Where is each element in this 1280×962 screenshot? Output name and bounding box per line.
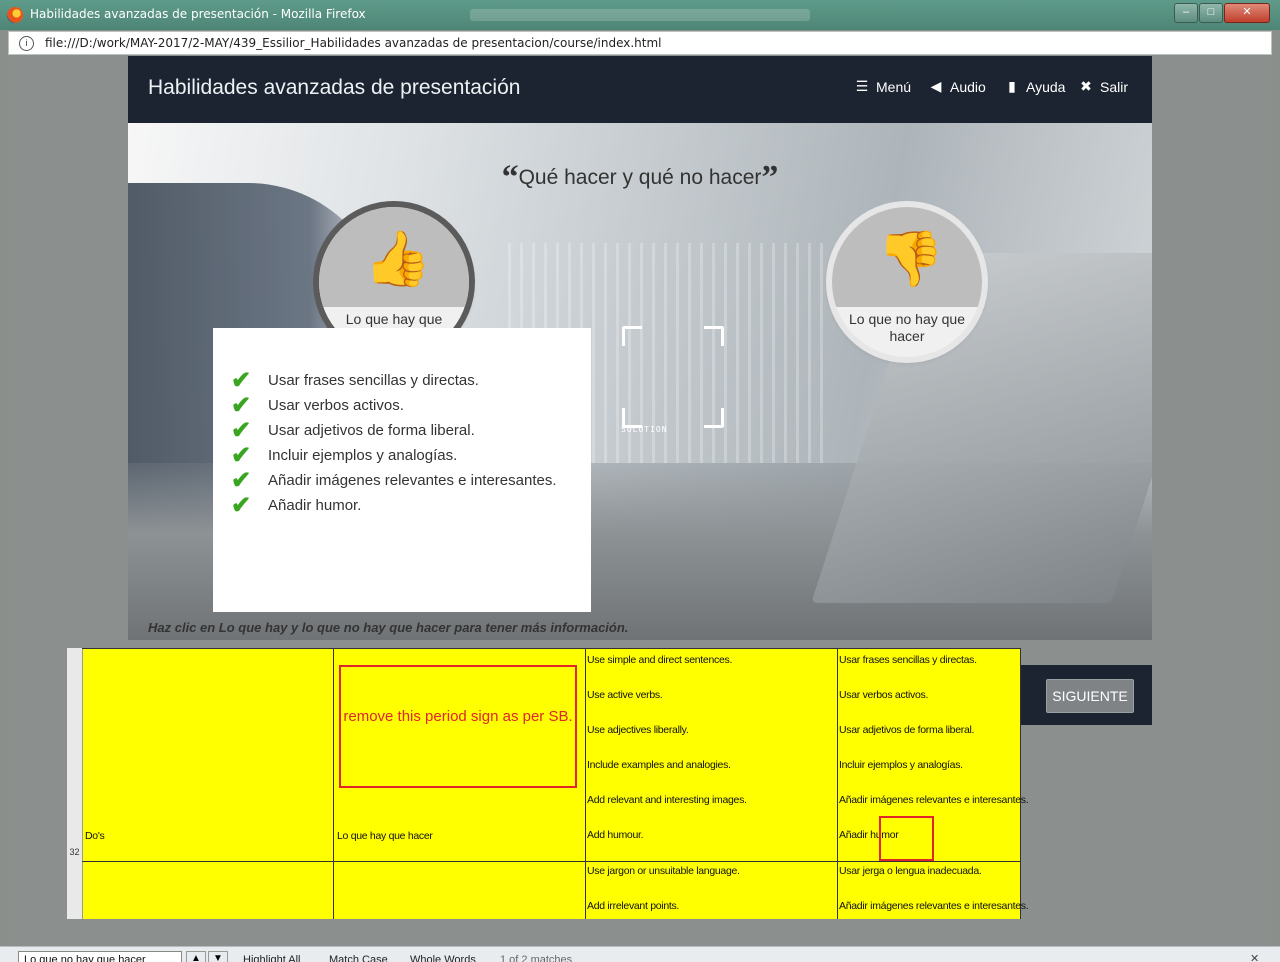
url-bar[interactable]: i file:///D:/work/MAY-2017/2-MAY/439_Ess… <box>8 31 1272 55</box>
checkmark-icon: ✔ <box>231 466 252 494</box>
close-window-button[interactable]: ✕ <box>1224 3 1270 23</box>
speaker-icon: ◀ <box>930 78 942 94</box>
do-list-item: ✔ Usar adjetivos de forma liberal. <box>231 418 557 443</box>
do-list-item-text: Añadir imágenes relevantes e interesante… <box>268 472 557 489</box>
checkmark-icon: ✔ <box>231 366 252 394</box>
nav-help-button[interactable]: ▮ Ayuda <box>1004 78 1065 95</box>
review-comment-text: remove this period sign as per SB. <box>343 708 573 725</box>
cell-spanish: Usar verbos activos. <box>839 689 929 701</box>
cell-english: Use jargon or unsuitable language. <box>587 865 740 877</box>
slide-heading: “Qué hacer y qué no hacer” <box>128 159 1152 197</box>
url-text[interactable]: file:///D:/work/MAY-2017/2-MAY/439_Essil… <box>45 36 662 50</box>
cell-spanish: Usar frases sencillas y directas. <box>839 654 977 666</box>
window-titlebar: Habilidades avanzadas de presentación - … <box>0 0 1280 30</box>
maximize-button[interactable]: □ <box>1199 3 1223 23</box>
row-number: 32 <box>69 847 80 857</box>
cell-spanish: Añadir imágenes relevantes e interesante… <box>839 900 1029 912</box>
nav-menu-label: Menú <box>876 78 912 95</box>
do-list-item: ✔ Usar verbos activos. <box>231 393 557 418</box>
close-quote-icon: ” <box>761 159 779 196</box>
do-list-item: ✔ Añadir humor. <box>231 493 557 518</box>
column-divider <box>1020 648 1021 919</box>
slide-heading-text: Qué hacer y qué no hacer <box>518 166 762 189</box>
do-list-item-text: Usar verbos activos. <box>268 397 404 414</box>
solution-label: SOLUTION <box>621 425 668 434</box>
find-input[interactable]: Lo que no hay que hacer <box>18 951 182 962</box>
instruction-text: Haz clic en Lo que hay y lo que no hay q… <box>148 620 629 635</box>
do-list-item: ✔ Usar frases sencillas y directas. <box>231 368 557 393</box>
column-divider <box>837 648 838 919</box>
find-bar: Lo que no hay que hacer ▲ ▼ Highlight Al… <box>0 946 1280 962</box>
cell-english: Include examples and analogies. <box>587 759 731 771</box>
cell-spanish: Usar jerga o lengua inadecuada. <box>839 865 982 877</box>
do-list-item-text: Añadir humor. <box>268 497 362 514</box>
find-previous-button[interactable]: ▲ <box>186 951 206 962</box>
course-title: Habilidades avanzadas de presentación <box>148 76 521 99</box>
dont-button-label: Lo que no hay que hacer <box>849 311 965 344</box>
course-header: Habilidades avanzadas de presentación ☰ … <box>128 56 1152 123</box>
cell-english: Use adjectives liberally. <box>587 724 689 736</box>
thumbs-up-icon: 👍 <box>364 229 432 289</box>
cell-spanish: Añadir imágenes relevantes e interesante… <box>839 794 1029 806</box>
column-divider <box>333 648 334 919</box>
cell-english: Add irrelevant points. <box>587 900 680 912</box>
cell-spanish: Incluir ejemplos y analogías. <box>839 759 963 771</box>
do-list-item-text: Usar frases sencillas y directas. <box>268 372 479 389</box>
open-quote-icon: “ <box>501 159 519 196</box>
minimize-button[interactable]: – <box>1174 3 1198 23</box>
cell-english: Use simple and direct sentences. <box>587 654 733 666</box>
do-list-item-text: Usar adjetivos de forma liberal. <box>268 422 475 439</box>
checkmark-icon: ✔ <box>231 441 252 469</box>
nav-exit-button[interactable]: ✖ Salir <box>1078 78 1128 95</box>
cell-english: Add relevant and interesting images. <box>587 794 747 806</box>
slide-stage: SOLUTION “Qué hacer y qué no hacer” 👍 Lo… <box>128 123 1152 640</box>
close-icon: ✖ <box>1080 78 1092 94</box>
row-divider <box>82 648 1021 649</box>
list-icon: ☰ <box>855 78 869 94</box>
nav-audio-label: Audio <box>950 78 986 95</box>
cell-english: Add humour. <box>587 829 644 841</box>
dont-button[interactable]: 👎 Lo que no hay que hacer <box>832 207 982 357</box>
nav-exit-label: Salir <box>1100 78 1129 95</box>
thumbs-down-icon: 👎 <box>877 229 945 289</box>
do-panel: ✔ Usar frases sencillas y directas. ✔ Usar… <box>213 328 591 612</box>
row-header <box>67 648 83 919</box>
cell-col-b: Lo que hay que hacer <box>337 830 433 842</box>
nav-audio-button[interactable]: ◀ Audio <box>928 78 986 95</box>
window-title: Habilidades avanzadas de presentación - … <box>30 7 366 21</box>
course-footer: SIGUIENTE <box>1020 665 1152 725</box>
checkmark-icon: ✔ <box>231 491 252 519</box>
title-blurred-text <box>470 9 810 21</box>
do-list-item: ✔ Incluir ejemplos y analogías. <box>231 443 557 468</box>
do-list-item-text: Incluir ejemplos y analogías. <box>268 447 458 464</box>
do-list-item: ✔ Añadir imágenes relevantes e interesant… <box>231 468 557 493</box>
checkmark-icon: ✔ <box>231 416 252 444</box>
next-button[interactable]: SIGUIENTE <box>1046 679 1134 713</box>
review-comment-box <box>339 665 577 788</box>
cell-english: Use active verbs. <box>587 689 663 701</box>
solution-frame-icon <box>622 326 724 428</box>
firefox-logo-icon <box>7 7 23 23</box>
cell-spanish: Usar adjetivos de forma liberal. <box>839 724 975 736</box>
find-next-button[interactable]: ▼ <box>208 951 228 962</box>
spreadsheet-overlay: 32 Do's Lo que hay que hacer Use simple … <box>67 648 1029 919</box>
do-list: ✔ Usar frases sencillas y directas. ✔ Usar… <box>231 368 557 518</box>
column-divider <box>585 648 586 919</box>
review-highlight-box <box>879 816 934 861</box>
nav-menu-button[interactable]: ☰ Menú <box>854 78 911 95</box>
checkmark-icon: ✔ <box>231 391 252 419</box>
cell-col-a: Do's <box>85 830 105 842</box>
nav-help-label: Ayuda <box>1026 78 1066 95</box>
book-icon: ▮ <box>1008 78 1016 94</box>
info-icon[interactable]: i <box>19 36 34 51</box>
row-divider <box>82 861 1021 862</box>
